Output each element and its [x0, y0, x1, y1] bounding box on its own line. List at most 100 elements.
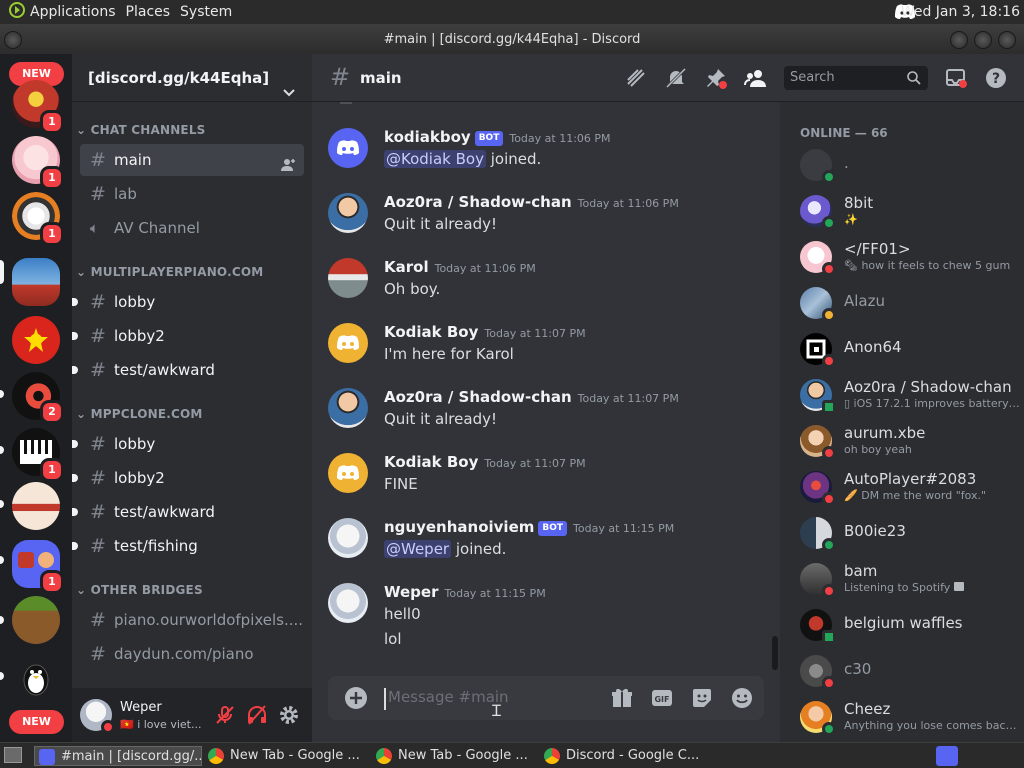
message-text: FINE: [384, 475, 418, 493]
threads-icon[interactable]: [624, 66, 648, 90]
category-chat-channels[interactable]: ⌄ CHAT CHANNELS: [76, 123, 206, 137]
author-avatar[interactable]: [328, 583, 368, 623]
channel-owop[interactable]: # piano.ourworldofpixels....: [80, 604, 304, 636]
channel-mpp-lobby2[interactable]: # lobby2: [72, 320, 304, 352]
message-author[interactable]: Kodiak Boy Today at 11:07 PM: [384, 453, 586, 471]
server-header[interactable]: [discord.gg/k44Eqha]: [72, 54, 312, 102]
channel-clone-test-fishing[interactable]: # test/fishing: [72, 530, 304, 562]
member-item[interactable]: B00ie23: [800, 512, 1020, 554]
author-avatar[interactable]: [328, 518, 368, 558]
taskbar-item-chrome-1[interactable]: New Tab - Google ...: [204, 746, 368, 766]
inbox-icon[interactable]: [944, 66, 968, 90]
author-avatar[interactable]: [328, 388, 368, 428]
taskbar-item-chrome-3[interactable]: Discord - Google C...: [540, 746, 704, 766]
taskbar-item-discord[interactable]: #main | [discord.gg/...: [34, 746, 202, 766]
emoji-icon[interactable]: [730, 686, 754, 714]
os-clock[interactable]: Wed Jan 3, 18:16: [901, 0, 1020, 24]
author-avatar[interactable]: [328, 128, 368, 168]
show-desktop-icon[interactable]: [4, 747, 22, 763]
message-author[interactable]: Karol Today at 11:06 PM: [384, 258, 536, 276]
author-name: Aoz0ra / Shadow-chan: [384, 193, 572, 211]
unread-pip: [72, 332, 78, 340]
member-item[interactable]: belgium waffles: [800, 604, 1020, 646]
category-label: MULTIPLAYERPIANO.COM: [90, 265, 264, 279]
channel-label: test/awkward: [114, 361, 215, 379]
mic-muted-icon[interactable]: [214, 704, 236, 730]
window-maximize-button[interactable]: [974, 31, 992, 49]
channel-mpp-lobby[interactable]: # lobby: [72, 286, 304, 318]
member-item[interactable]: Anon64: [800, 328, 1020, 370]
channel-clone-lobby2[interactable]: # lobby2: [72, 462, 304, 494]
message-scrollbar[interactable]: [772, 636, 778, 670]
user-mention[interactable]: @Weper: [384, 540, 452, 558]
member-item[interactable]: </FF01> 🗞 how it feels to chew 5 gum: [800, 236, 1020, 278]
category-mppclone[interactable]: ⌄ MPPCLONE.COM: [76, 407, 203, 421]
settings-gear-icon[interactable]: [278, 704, 300, 730]
category-other-bridges[interactable]: ⌄ OTHER BRIDGES: [76, 583, 203, 597]
channel-mpp-test-awkward[interactable]: # test/awkward: [72, 354, 304, 386]
member-item[interactable]: AutoPlayer#2083 🥖 DM me the word "fox.": [800, 466, 1020, 508]
member-item[interactable]: c30: [800, 650, 1020, 692]
unread-pip: [0, 616, 4, 624]
server-badge: 1: [40, 222, 64, 246]
member-list-icon[interactable]: [744, 66, 768, 90]
message-author[interactable]: Aoz0ra / Shadow-chan Today at 11:06 PM: [384, 193, 679, 211]
member-item[interactable]: .: [800, 144, 1020, 186]
server-icon-bridge[interactable]: [12, 258, 60, 306]
window-menu-button[interactable]: [4, 31, 22, 49]
author-avatar[interactable]: [328, 323, 368, 363]
window-minimize-button[interactable]: [950, 31, 968, 49]
pinned-messages-icon[interactable]: [704, 66, 728, 90]
member-item[interactable]: Cheez Anything you lose comes back...: [800, 696, 1020, 738]
message-author[interactable]: Aoz0ra / Shadow-chan Today at 11:07 PM: [384, 388, 679, 406]
member-item[interactable]: Alazu: [800, 282, 1020, 324]
member-item[interactable]: 8bit ✨: [800, 190, 1020, 232]
window-close-button[interactable]: [998, 31, 1016, 49]
headphones-deafened-icon[interactable]: [246, 704, 268, 730]
channel-lab[interactable]: # lab: [80, 178, 304, 210]
taskbar-item-chrome-2[interactable]: New Tab - Google ...: [372, 746, 536, 766]
channel-label: test/awkward: [114, 503, 215, 521]
dnd-status-icon: [822, 492, 836, 506]
message-author[interactable]: nguyenhanoiviem BOT Today at 11:15 PM: [384, 518, 674, 536]
workspace-switcher-icon[interactable]: [936, 746, 958, 766]
new-unreads-pill-bottom[interactable]: NEW: [9, 710, 64, 734]
message-timestamp: Today at 11:06 PM: [577, 197, 679, 210]
channel-clone-test-awkward[interactable]: # test/awkward: [72, 496, 304, 528]
add-attachment-icon[interactable]: [344, 686, 368, 714]
help-icon[interactable]: ?: [984, 66, 1008, 90]
message-author[interactable]: Weper Today at 11:15 PM: [384, 583, 546, 601]
member-item[interactable]: aurum.xbe oh boy yeah: [800, 420, 1020, 462]
author-avatar[interactable]: [328, 193, 368, 233]
os-menu-applications[interactable]: Applications: [30, 0, 126, 24]
server-icon-cake[interactable]: [12, 482, 60, 530]
user-panel: Weper 🇻🇳 i love viet...: [72, 688, 312, 742]
member-item[interactable]: bam Listening to Spotify: [800, 558, 1020, 600]
gif-icon[interactable]: GIF: [650, 686, 674, 714]
os-menu-places[interactable]: Places: [126, 0, 181, 24]
divider: [340, 102, 352, 104]
os-menu-system[interactable]: System: [180, 0, 242, 24]
notifications-muted-icon[interactable]: [664, 66, 688, 90]
author-avatar[interactable]: [328, 258, 368, 298]
channel-av[interactable]: 🔈︎ AV Channel: [80, 212, 304, 244]
channel-clone-lobby[interactable]: # lobby: [72, 428, 304, 460]
window-titlebar[interactable]: #main | [discord.gg/k44Eqha] - Discord: [0, 24, 1024, 54]
server-icon-linux[interactable]: [12, 652, 60, 700]
search-input[interactable]: Search: [784, 66, 928, 90]
message-author[interactable]: kodiakboy BOT Today at 11:06 PM: [384, 128, 611, 146]
server-icon-vietnam[interactable]: [12, 316, 60, 364]
os-logo-icon[interactable]: [8, 1, 26, 23]
user-name[interactable]: Weper: [120, 700, 162, 715]
sticker-icon[interactable]: [690, 686, 714, 714]
user-mention[interactable]: @Kodiak Boy: [384, 150, 486, 168]
server-icon-minecraft[interactable]: [12, 596, 60, 644]
channel-main[interactable]: # main: [80, 144, 304, 176]
member-item[interactable]: Aoz0ra / Shadow-chan ▯ iOS 17.2.1 improv…: [800, 374, 1020, 416]
gift-icon[interactable]: [610, 686, 634, 714]
category-multiplayerpiano[interactable]: ⌄ MULTIPLAYERPIANO.COM: [76, 265, 263, 279]
chrome-icon: [208, 748, 224, 764]
message-author[interactable]: Kodiak Boy Today at 11:07 PM: [384, 323, 586, 341]
channel-daydun[interactable]: # daydun.com/piano: [80, 638, 304, 670]
author-avatar[interactable]: [328, 453, 368, 493]
